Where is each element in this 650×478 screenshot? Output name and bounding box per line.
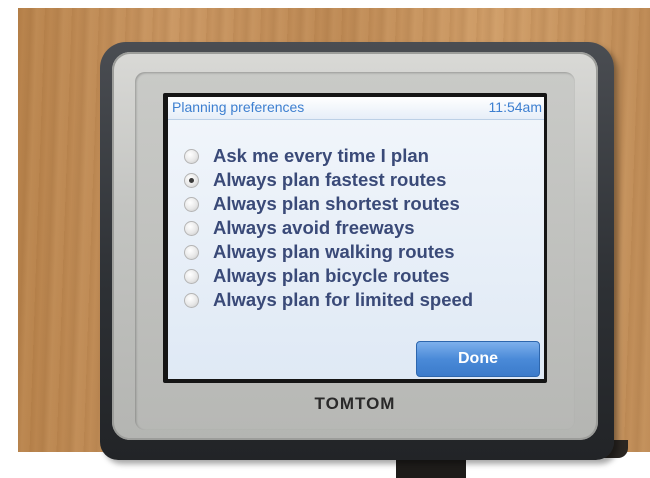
radio-button[interactable]: [184, 268, 199, 284]
done-button[interactable]: Done: [416, 341, 540, 377]
option-shortest-routes[interactable]: Always plan shortest routes: [184, 192, 540, 216]
clock-time: 11:54am: [488, 99, 542, 115]
option-bicycle-routes[interactable]: Always plan bicycle routes: [184, 264, 540, 288]
option-limited-speed[interactable]: Always plan for limited speed: [184, 288, 540, 312]
radio-button[interactable]: [184, 220, 199, 236]
route-options-list: Ask me every time I plan Always plan fas…: [184, 144, 540, 312]
option-label: Always plan shortest routes: [213, 193, 460, 214]
radio-button[interactable]: [184, 244, 199, 260]
display: Planning preferences 11:54am Ask me ever…: [168, 97, 544, 379]
radio-button[interactable]: [184, 148, 199, 164]
option-label: Always plan bicycle routes: [213, 265, 450, 286]
option-fastest-routes[interactable]: Always plan fastest routes: [184, 168, 540, 192]
option-walking-routes[interactable]: Always plan walking routes: [184, 240, 540, 264]
radio-button[interactable]: [184, 292, 199, 308]
radio-button[interactable]: [184, 196, 199, 212]
option-ask-every-time[interactable]: Ask me every time I plan: [184, 144, 540, 168]
radio-button-selected[interactable]: [184, 172, 199, 188]
title-bar: Planning preferences 11:54am: [168, 97, 544, 120]
option-label: Ask me every time I plan: [213, 145, 429, 166]
option-label: Always plan for limited speed: [213, 289, 474, 310]
page-title: Planning preferences: [172, 99, 305, 115]
option-label: Always avoid freeways: [213, 217, 415, 238]
option-avoid-freeways[interactable]: Always avoid freeways: [184, 216, 540, 240]
brand-logo: TOMTOM: [314, 394, 396, 413]
option-label: Always plan walking routes: [213, 241, 455, 262]
option-label: Always plan fastest routes: [213, 169, 447, 190]
